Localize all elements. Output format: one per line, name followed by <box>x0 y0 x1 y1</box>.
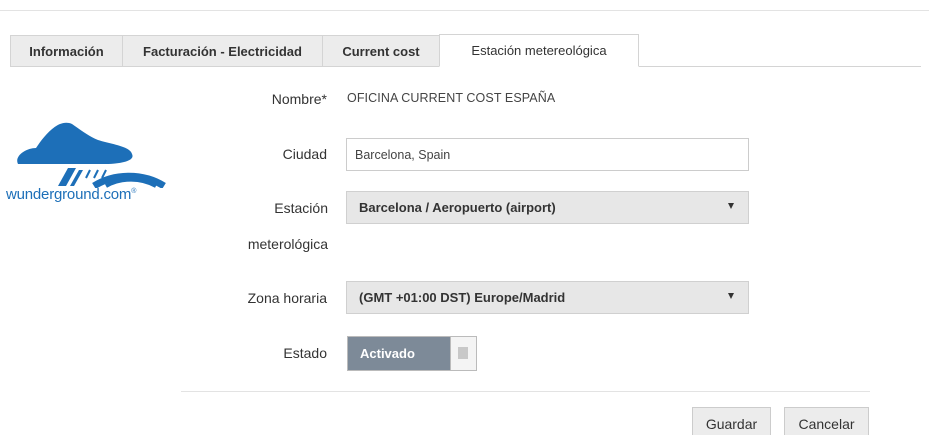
tab-informacion[interactable]: Información <box>10 35 123 66</box>
grip-icon <box>458 347 468 359</box>
city-label: Ciudad <box>282 146 327 162</box>
station-select[interactable]: Barcelona / Aeropuerto (airport) <box>346 191 749 224</box>
timezone-select-value: (GMT +01:00 DST) Europe/Madrid <box>359 290 566 305</box>
caret-down-icon <box>728 293 734 299</box>
cancel-button[interactable]: Cancelar <box>784 407 869 435</box>
station-select-value: Barcelona / Aeropuerto (airport) <box>359 200 556 215</box>
tab-bar: Información Facturación - Electricidad C… <box>10 33 921 67</box>
state-label: Estado <box>283 345 327 361</box>
caret-down-icon <box>728 203 734 209</box>
timezone-label: Zona horaria <box>247 290 327 306</box>
tab-facturacion-electricidad[interactable]: Facturación - Electricidad <box>122 35 323 66</box>
state-toggle[interactable]: Activado <box>347 336 477 371</box>
state-toggle-label: Activado <box>360 346 415 361</box>
wunderground-logo: wunderground.com® <box>6 118 176 218</box>
cloud-rain-icon <box>17 122 166 190</box>
timezone-select[interactable]: (GMT +01:00 DST) Europe/Madrid <box>346 281 749 314</box>
weather-station-settings-page: Información Facturación - Electricidad C… <box>0 0 929 435</box>
city-input[interactable] <box>346 138 749 171</box>
station-label: Estación meterológica <box>247 200 328 252</box>
logo-text: wunderground.com® <box>6 186 137 203</box>
toggle-handle[interactable] <box>450 337 476 370</box>
tab-current-cost[interactable]: Current cost <box>322 35 440 66</box>
name-value: OFICINA CURRENT COST ESPAÑA <box>347 91 556 105</box>
name-label: Nombre* <box>271 91 327 107</box>
form-divider <box>181 391 870 392</box>
tab-estacion-metereologica[interactable]: Estación metereológica <box>439 34 639 67</box>
top-divider <box>0 10 929 11</box>
save-button[interactable]: Guardar <box>692 407 771 435</box>
